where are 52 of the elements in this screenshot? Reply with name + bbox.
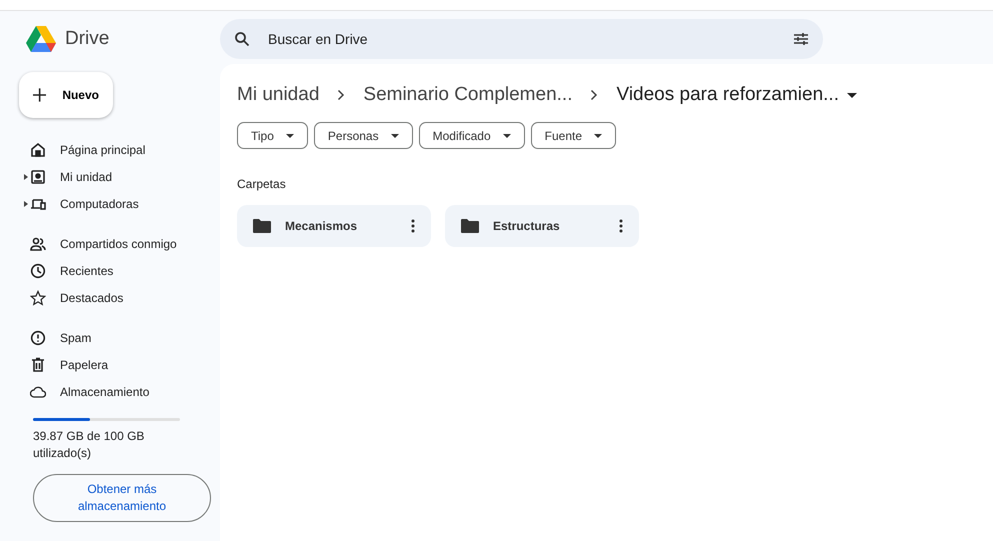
filter-chip[interactable]: Fuente [530,122,616,149]
filter-chip[interactable]: Personas [314,122,413,149]
breadcrumb[interactable]: Seminario Complemen... [363,84,572,106]
app-name: Drive [65,28,110,50]
folder-name: Mecanismos [285,219,358,233]
filter-chip[interactable]: Tipo [237,122,308,149]
caret-icon [286,134,294,138]
search-bar[interactable]: Buscar en Drive [220,18,823,58]
expand-arrow-icon[interactable] [24,174,28,180]
search-field[interactable]: Buscar en Drive [266,30,777,48]
sidebar-item[interactable]: Mi unidad [24,163,220,190]
dropdown-caret-icon[interactable] [846,92,857,98]
starred-icon [30,290,46,306]
sidebar-item[interactable]: Recientes [24,257,220,284]
caret-icon [594,134,602,138]
chevron-right-icon [337,89,346,101]
trash-icon [30,356,46,372]
folder-card[interactable]: Estructuras [445,205,639,247]
section-title: Carpetas [237,177,287,191]
search-icon [234,30,250,46]
sidebar-item[interactable]: Destacados [24,284,220,311]
folder-card[interactable]: Mecanismos [237,205,431,247]
expand-arrow-icon[interactable] [24,200,28,206]
filter-chip[interactable]: Modificado [418,122,525,149]
recent-icon [30,262,46,278]
shared-icon [30,236,46,252]
chevron-right-icon [590,89,598,101]
get-storage-button[interactable]: Obtener más almacenamiento [33,474,211,522]
folder-icon [253,219,271,233]
sidebar-item[interactable]: Spam [24,324,220,351]
sidebar-item[interactable]: Compartidos conmigo [24,230,220,257]
sidebar-item[interactable]: Almacenamiento [24,378,220,405]
new-button[interactable]: Nuevo [19,72,113,118]
home-icon [30,142,46,158]
sidebar-item[interactable]: Página principal [24,136,220,163]
drive-logo-icon [25,24,57,52]
spam-icon [30,330,46,346]
breadcrumb[interactable]: Videos para reforzamien... [616,84,839,106]
more-options-icon[interactable] [619,219,623,233]
filter-options-icon[interactable] [793,30,809,46]
caret-icon [502,134,511,138]
sidebar-item[interactable]: Papelera [24,351,220,378]
storage-icon [30,384,46,400]
drive-icon [30,168,46,184]
sidebar-item[interactable]: Computadoras [24,190,220,217]
more-options-icon[interactable] [411,219,415,233]
folder-icon [461,219,479,233]
storage-usage: 39.87 GB de 100 GB utilizado(s) [33,428,146,462]
plus-icon [33,88,46,102]
folder-name: Estructuras [493,219,561,233]
breadcrumb[interactable]: Mi unidad [237,84,320,106]
caret-icon [390,134,399,138]
